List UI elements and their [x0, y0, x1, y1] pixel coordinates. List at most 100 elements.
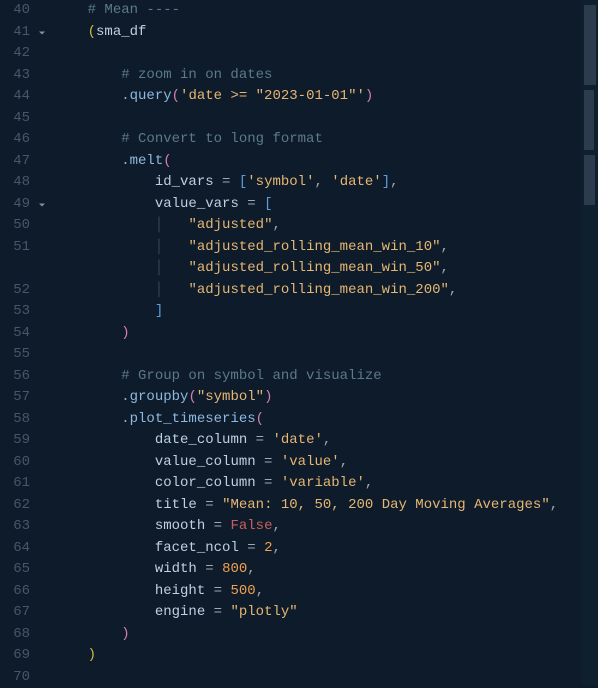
token-operator: = — [239, 196, 264, 212]
code-line[interactable]: # zoom in on dates — [54, 65, 598, 87]
token-string: 'date >= "2023-01-01"' — [180, 88, 365, 104]
code-line[interactable]: facet_ncol = 2, — [54, 538, 598, 560]
token-punct: , — [272, 217, 280, 233]
code-line[interactable]: id_vars = ['symbol', 'date'], — [54, 172, 598, 194]
token-string: 'date' — [272, 432, 322, 448]
code-line[interactable]: title = "Mean: 10, 50, 200 Day Moving Av… — [54, 495, 598, 517]
token-punct: , — [340, 454, 348, 470]
code-line[interactable]: ) — [54, 323, 598, 345]
token-punct: , — [256, 583, 264, 599]
token-paren-pink: ) — [121, 626, 129, 642]
token-operator: = — [205, 583, 230, 599]
code-line[interactable]: date_column = 'date', — [54, 430, 598, 452]
token-paren-blue: ] — [382, 174, 390, 190]
code-content[interactable]: # Mean ---- (sma_df # zoom in on dates .… — [54, 0, 598, 685]
code-line[interactable]: value_vars = [ — [54, 194, 598, 216]
code-line[interactable]: .melt( — [54, 151, 598, 173]
code-line[interactable]: width = 800, — [54, 559, 598, 581]
token-paren-pink: ) — [264, 389, 272, 405]
token-name: facet_ncol — [155, 540, 239, 556]
token-paren-yellow: ( — [88, 24, 96, 40]
line-number: 50 — [0, 215, 30, 237]
code-line[interactable]: │ "adjusted_rolling_mean_win_200", — [54, 280, 598, 302]
code-editor[interactable]: 4041424344454647484950515253545556575859… — [0, 0, 598, 685]
code-line[interactable]: │ "adjusted", — [54, 215, 598, 237]
token-name: height — [155, 583, 205, 599]
code-line[interactable]: │ "adjusted_rolling_mean_win_10", — [54, 237, 598, 259]
token-name: width — [155, 561, 197, 577]
token-comment: # Mean ---- — [88, 2, 180, 18]
code-line[interactable]: .plot_timeseries( — [54, 409, 598, 431]
token-paren-pink: ( — [256, 411, 264, 427]
code-line[interactable]: (sma_df — [54, 22, 598, 44]
code-line[interactable]: # Group on symbol and visualize — [54, 366, 598, 388]
code-line[interactable]: .groupby("symbol") — [54, 387, 598, 409]
line-number-gutter: 4041424344454647484950515253545556575859… — [0, 0, 36, 685]
minimap[interactable] — [582, 0, 598, 685]
code-line[interactable]: .query('date >= "2023-01-01"') — [54, 86, 598, 108]
code-line[interactable]: smooth = False, — [54, 516, 598, 538]
token-operator: = — [205, 518, 230, 534]
line-number: 69 — [0, 645, 30, 667]
code-line[interactable]: # Mean ---- — [54, 0, 598, 22]
code-line[interactable]: color_column = 'variable', — [54, 473, 598, 495]
chevron-down-icon[interactable] — [36, 26, 48, 38]
token-comment: # zoom in on dates — [121, 67, 272, 83]
token-string: "adjusted" — [188, 217, 272, 233]
code-line[interactable] — [54, 108, 598, 130]
token-punct: , — [247, 561, 255, 577]
token-string: "adjusted_rolling_mean_win_50" — [188, 260, 440, 276]
token-number: 800 — [222, 561, 247, 577]
token-punct: , — [441, 239, 449, 255]
token-name: sma_df — [96, 24, 146, 40]
line-number: 46 — [0, 129, 30, 151]
token-method: groupby — [130, 389, 189, 405]
token-punct: . — [121, 411, 129, 427]
token-string: "adjusted_rolling_mean_win_10" — [188, 239, 440, 255]
token-punct: , — [272, 540, 280, 556]
line-number: 67 — [0, 602, 30, 624]
token-punct: . — [121, 88, 129, 104]
line-number: 57 — [0, 387, 30, 409]
token-string: "symbol" — [197, 389, 264, 405]
code-line[interactable] — [54, 667, 598, 686]
line-number: 65 — [0, 559, 30, 581]
token-punct: , — [449, 282, 457, 298]
token-punct: , — [550, 497, 558, 513]
token-operator: = — [256, 454, 281, 470]
token-method: query — [130, 88, 172, 104]
line-number: 60 — [0, 452, 30, 474]
line-number: 45 — [0, 108, 30, 130]
token-paren-pink: ( — [163, 153, 171, 169]
line-number: 58 — [0, 409, 30, 431]
token-name: engine — [155, 604, 205, 620]
code-line[interactable]: height = 500, — [54, 581, 598, 603]
token-operator: = — [239, 540, 264, 556]
token-operator: = — [197, 561, 222, 577]
token-operator: = — [205, 604, 230, 620]
token-name: date_column — [155, 432, 247, 448]
token-method: plot_timeseries — [130, 411, 256, 427]
line-number: 49 — [0, 194, 30, 216]
line-number: 48 — [0, 172, 30, 194]
token-operator: = — [247, 432, 272, 448]
code-line[interactable]: ) — [54, 624, 598, 646]
code-line[interactable] — [54, 344, 598, 366]
token-operator: = — [256, 475, 281, 491]
token-comment: # Convert to long format — [121, 131, 323, 147]
code-line[interactable]: engine = "plotly" — [54, 602, 598, 624]
code-line[interactable]: │ "adjusted_rolling_mean_win_50", — [54, 258, 598, 280]
token-paren-pink: ( — [172, 88, 180, 104]
fold-gutter — [36, 0, 54, 685]
code-line[interactable]: # Convert to long format — [54, 129, 598, 151]
token-name: value_vars — [155, 196, 239, 212]
code-line[interactable]: ] — [54, 301, 598, 323]
token-string: "Mean: 10, 50, 200 Day Moving Averages" — [222, 497, 550, 513]
token-name: smooth — [155, 518, 205, 534]
code-line[interactable] — [54, 43, 598, 65]
chevron-down-icon[interactable] — [36, 198, 48, 210]
token-string: 'variable' — [281, 475, 365, 491]
line-number: 63 — [0, 516, 30, 538]
code-line[interactable]: ) — [54, 645, 598, 667]
code-line[interactable]: value_column = 'value', — [54, 452, 598, 474]
